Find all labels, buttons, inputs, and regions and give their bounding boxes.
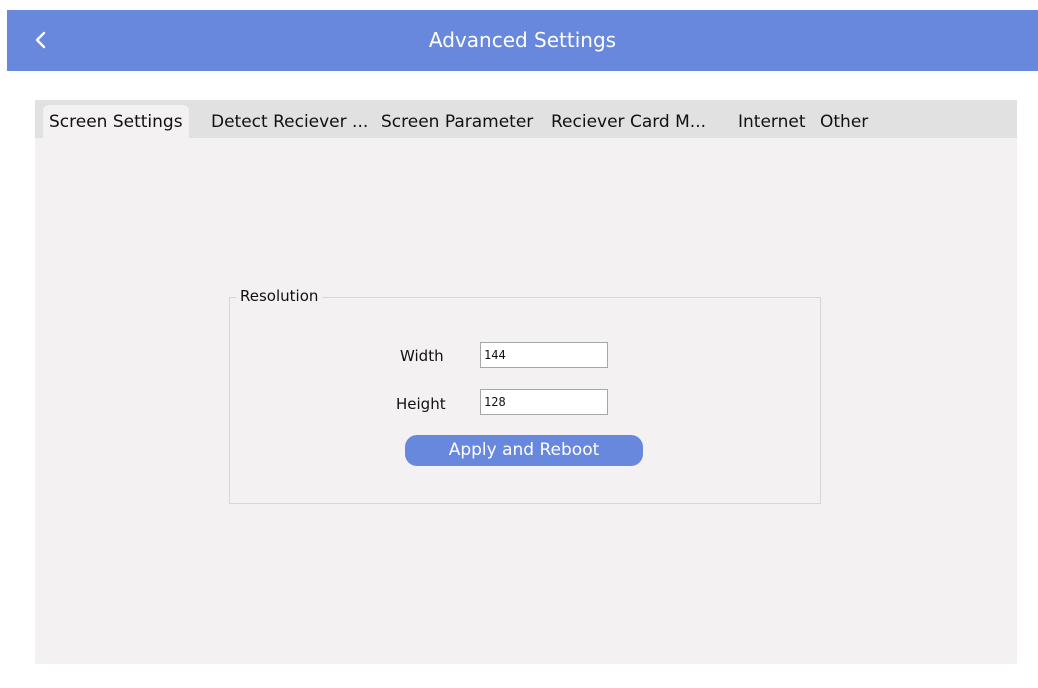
resolution-group-title: Resolution: [236, 286, 323, 306]
width-label: Width: [400, 347, 444, 365]
height-label: Height: [396, 395, 446, 413]
title-bar: Advanced Settings: [7, 10, 1038, 71]
resolution-groupbox: Resolution Width Height Apply and Reboot: [229, 286, 821, 504]
tab-screen-parameter[interactable]: Screen Parameter: [381, 105, 533, 138]
tab-reciever-card[interactable]: Reciever Card M...: [551, 105, 706, 138]
screen-settings-panel: Resolution Width Height Apply and Reboot: [35, 138, 1017, 664]
height-input[interactable]: [480, 389, 608, 415]
width-input[interactable]: [480, 342, 608, 368]
apply-and-reboot-button[interactable]: Apply and Reboot: [405, 435, 643, 466]
tab-bar: Screen Settings Detect Reciever ... Scre…: [35, 100, 1017, 138]
tab-detect-reciever[interactable]: Detect Reciever ...: [211, 105, 368, 138]
tab-other[interactable]: Other: [820, 105, 868, 138]
tab-screen-settings[interactable]: Screen Settings: [43, 105, 189, 138]
tab-internet[interactable]: Internet: [738, 105, 806, 138]
page-title: Advanced Settings: [428, 28, 617, 52]
